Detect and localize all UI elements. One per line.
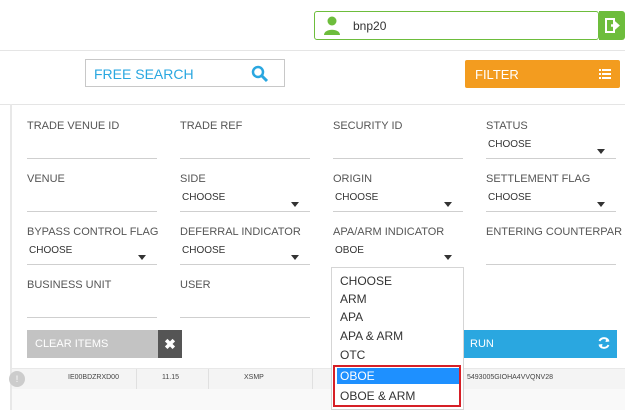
venue-field[interactable]: VENUE <box>27 173 157 215</box>
run-label: RUN <box>470 338 494 350</box>
filter-button[interactable]: FILTER <box>465 60 620 88</box>
field-underline <box>180 211 310 212</box>
select-value: CHOOSE <box>182 245 226 256</box>
panel-edge <box>10 104 12 410</box>
field-underline <box>486 264 616 265</box>
clear-items-label: CLEAR ITEMS <box>35 338 109 350</box>
field-label: TRADE VENUE ID <box>27 120 120 132</box>
caret-down-icon <box>444 202 452 207</box>
dropdown-option[interactable]: ARM <box>340 292 367 306</box>
select-value: CHOOSE <box>182 192 226 203</box>
user-icon <box>324 16 340 35</box>
logout-icon <box>605 18 620 33</box>
column-divider <box>312 369 313 389</box>
select-value: CHOOSE <box>29 245 73 256</box>
business-unit-field[interactable]: BUSINESS UNIT <box>27 279 157 321</box>
caret-down-icon <box>444 255 452 260</box>
field-label: APA/ARM INDICATOR <box>333 226 445 238</box>
field-label: SETTLEMENT FLAG <box>486 173 591 185</box>
user-box[interactable]: bnp20 <box>314 11 599 40</box>
field-label: DEFERRAL INDICATOR <box>180 226 301 238</box>
field-label: BYPASS CONTROL FLAG <box>27 226 159 238</box>
free-search-box[interactable]: FREE SEARCH <box>85 59 285 87</box>
run-button[interactable]: RUN <box>463 330 617 358</box>
dropdown-option[interactable]: CHOOSE <box>340 274 392 288</box>
origin-select[interactable]: ORIGIN CHOOSE <box>333 173 463 215</box>
field-underline <box>27 158 157 159</box>
field-underline <box>27 211 157 212</box>
field-underline <box>27 317 157 318</box>
select-value: CHOOSE <box>335 192 379 203</box>
field-label: BUSINESS UNIT <box>27 279 112 291</box>
cell-price: 11.15 <box>162 374 179 381</box>
clear-items-button[interactable]: CLEAR ITEMS ✖ <box>27 330 182 358</box>
trade-ref-field[interactable]: TRADE REF <box>180 120 310 162</box>
field-label: ENTERING COUNTERPAR <box>486 226 623 238</box>
header-divider <box>0 50 625 51</box>
bypass-control-flag-select[interactable]: BYPASS CONTROL FLAG CHOOSE <box>27 226 159 268</box>
highlight-annotation <box>333 365 461 407</box>
panel-divider <box>0 104 625 105</box>
settlement-flag-select[interactable]: SETTLEMENT FLAG CHOOSE <box>486 173 616 215</box>
field-label: TRADE REF <box>180 120 243 132</box>
cell-lei: 5493005GIOHA4VVQNV28 <box>467 374 553 381</box>
filter-label: FILTER <box>475 67 519 82</box>
caret-down-icon <box>597 202 605 207</box>
field-underline <box>486 211 616 212</box>
field-underline <box>180 158 310 159</box>
trade-venue-id-field[interactable]: TRADE VENUE ID <box>27 120 157 162</box>
caret-down-icon <box>138 255 146 260</box>
field-label: SIDE <box>180 173 206 185</box>
table-row[interactable]: ! IE00BDZRXD00 11.15 XSMP 5493005GIOHA4V… <box>9 368 625 390</box>
caret-down-icon <box>597 149 605 154</box>
column-divider <box>208 369 209 389</box>
list-icon <box>599 69 611 79</box>
user-field[interactable]: USER <box>180 279 310 321</box>
field-underline <box>27 264 157 265</box>
field-label: USER <box>180 279 211 291</box>
dropdown-option[interactable]: OTC <box>340 348 365 362</box>
field-underline <box>180 317 310 318</box>
select-value: OBOE <box>335 245 364 256</box>
dropdown-option[interactable]: APA <box>340 310 363 324</box>
field-underline <box>333 211 463 212</box>
close-icon[interactable]: ✖ <box>158 330 182 358</box>
dropdown-option[interactable]: APA & ARM <box>340 329 403 343</box>
security-id-field[interactable]: SECURITY ID <box>333 120 463 162</box>
caret-down-icon <box>291 202 299 207</box>
select-value: CHOOSE <box>488 139 532 150</box>
entering-counterparty-field[interactable]: ENTERING COUNTERPAR <box>486 226 625 268</box>
status-select[interactable]: STATUS CHOOSE <box>486 120 616 162</box>
free-search-label: FREE SEARCH <box>94 66 194 82</box>
row-badge-icon[interactable]: ! <box>9 371 25 387</box>
field-label: STATUS <box>486 120 528 132</box>
field-underline <box>486 158 616 159</box>
refresh-icon <box>598 337 610 349</box>
logout-button[interactable] <box>599 11 625 40</box>
cell-id: IE00BDZRXD00 <box>68 374 119 381</box>
side-select[interactable]: SIDE CHOOSE <box>180 173 310 215</box>
field-underline <box>180 264 310 265</box>
deferral-indicator-select[interactable]: DEFERRAL INDICATOR CHOOSE <box>180 226 310 268</box>
apa-arm-indicator-select[interactable]: APA/ARM INDICATOR OBOE <box>333 226 463 268</box>
select-value: CHOOSE <box>488 192 532 203</box>
column-divider <box>136 369 137 389</box>
field-label: ORIGIN <box>333 173 373 185</box>
caret-down-icon <box>291 255 299 260</box>
table-row[interactable] <box>12 389 625 410</box>
field-underline <box>333 158 463 159</box>
cell-venue: XSMP <box>244 374 264 381</box>
field-label: SECURITY ID <box>333 120 403 132</box>
username: bnp20 <box>353 19 387 33</box>
field-label: VENUE <box>27 173 65 185</box>
search-icon[interactable] <box>251 65 269 83</box>
